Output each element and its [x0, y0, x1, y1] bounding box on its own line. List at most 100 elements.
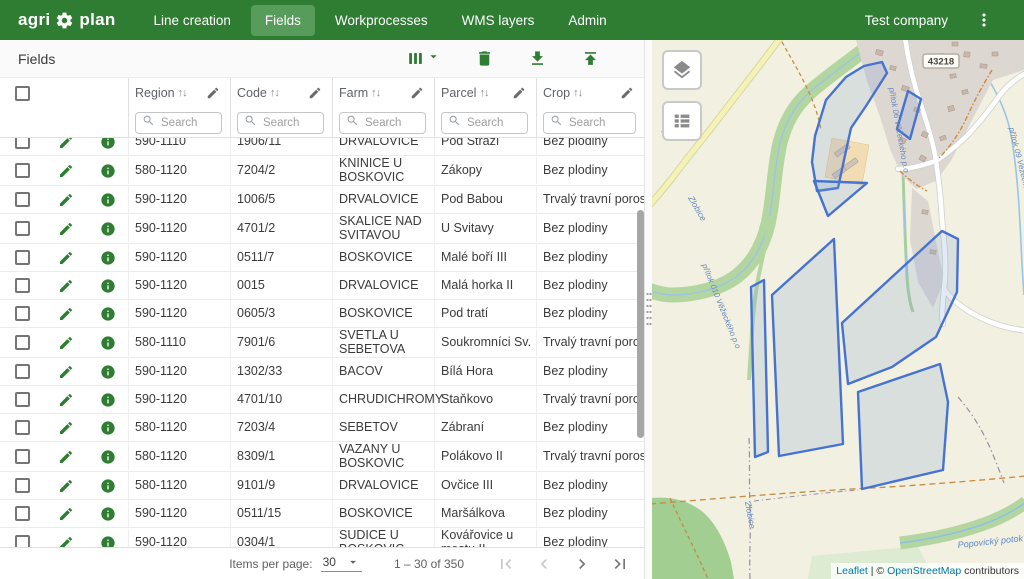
- row-edit-icon[interactable]: [58, 250, 74, 266]
- row-edit-icon[interactable]: [58, 420, 74, 436]
- nav-item-workprocesses[interactable]: Workprocesses: [321, 5, 442, 36]
- row-checkbox[interactable]: [15, 392, 30, 407]
- row-edit-icon[interactable]: [58, 138, 74, 150]
- next-page-button[interactable]: [570, 552, 594, 576]
- row-edit-icon[interactable]: [58, 392, 74, 408]
- row-edit-icon[interactable]: [58, 449, 74, 465]
- row-edit-icon[interactable]: [58, 163, 74, 179]
- row-edit-icon[interactable]: [58, 335, 74, 351]
- cell-crop: Bez plodiny: [536, 138, 644, 155]
- cell-code: 4701/2: [230, 215, 332, 242]
- pane-splitter[interactable]: [644, 40, 652, 579]
- row-edit-icon[interactable]: [58, 364, 74, 380]
- row-edit-icon[interactable]: [58, 506, 74, 522]
- last-page-button[interactable]: [608, 552, 632, 576]
- sort-icon[interactable]: ↑↓: [270, 87, 279, 99]
- row-info-icon[interactable]: [100, 335, 116, 351]
- search-box-code[interactable]: [237, 112, 324, 134]
- column-edit-icon[interactable]: [512, 86, 526, 100]
- row-edit-icon[interactable]: [58, 192, 74, 208]
- search-input-crop[interactable]: [567, 116, 629, 130]
- search-input-region[interactable]: [159, 116, 215, 130]
- row-info-icon[interactable]: [100, 192, 116, 208]
- column-label-code: Code: [237, 86, 267, 100]
- search-box-farm[interactable]: [339, 112, 426, 134]
- row-edit-icon[interactable]: [58, 535, 74, 548]
- row-checkbox[interactable]: [15, 449, 30, 464]
- row-edit-icon[interactable]: [58, 478, 74, 494]
- items-per-page-select[interactable]: 30: [321, 555, 362, 572]
- field-polygon[interactable]: [751, 280, 768, 457]
- row-info-icon[interactable]: [100, 364, 116, 380]
- sort-icon[interactable]: ↑↓: [479, 87, 488, 99]
- app-logo[interactable]: agri plan: [18, 10, 116, 30]
- row-info-icon[interactable]: [100, 420, 116, 436]
- row-checkbox[interactable]: [15, 535, 30, 547]
- leaflet-link[interactable]: Leaflet: [836, 565, 868, 577]
- previous-page-button[interactable]: [532, 552, 556, 576]
- row-checkbox[interactable]: [15, 364, 30, 379]
- nav-item-admin[interactable]: Admin: [554, 5, 620, 36]
- search-box-parcel[interactable]: [441, 112, 528, 134]
- search-box-region[interactable]: [135, 112, 222, 134]
- row-info-icon[interactable]: [100, 449, 116, 465]
- sort-icon[interactable]: ↑↓: [178, 87, 187, 99]
- row-info-icon[interactable]: [100, 306, 116, 322]
- nav-item-line-creation[interactable]: Line creation: [140, 5, 245, 36]
- row-info-icon[interactable]: [100, 138, 116, 150]
- column-edit-icon[interactable]: [206, 86, 220, 100]
- sort-icon[interactable]: ↑↓: [371, 87, 380, 99]
- sort-icon[interactable]: ↑↓: [573, 87, 582, 99]
- map-panel: Věžky Zlobice přítok 010 Věžeckého p.o p…: [652, 40, 1024, 579]
- map-canvas[interactable]: Věžky Zlobice přítok 010 Věžeckého p.o p…: [652, 40, 1024, 579]
- search-input-farm[interactable]: [363, 116, 419, 130]
- map-layers-button[interactable]: [662, 50, 702, 90]
- delete-button[interactable]: [475, 49, 494, 68]
- nav-item-wms-layers[interactable]: WMS layers: [448, 5, 549, 36]
- row-checkbox[interactable]: [15, 420, 30, 435]
- cell-parcel: Kovářovice u mostu II: [434, 528, 536, 547]
- first-page-button[interactable]: [494, 552, 518, 576]
- row-checkbox[interactable]: [15, 221, 30, 236]
- cell-code: 0511/15: [230, 500, 332, 527]
- column-edit-icon[interactable]: [410, 86, 424, 100]
- select-all-checkbox[interactable]: [15, 86, 30, 101]
- row-checkbox[interactable]: [15, 278, 30, 293]
- columns-visibility-button[interactable]: [406, 49, 441, 69]
- row-info-icon[interactable]: [100, 506, 116, 522]
- row-checkbox[interactable]: [15, 478, 30, 493]
- row-info-icon[interactable]: [100, 392, 116, 408]
- row-checkbox[interactable]: [15, 163, 30, 178]
- row-checkbox[interactable]: [15, 192, 30, 207]
- row-edit-icon[interactable]: [58, 278, 74, 294]
- row-edit-icon[interactable]: [58, 306, 74, 322]
- row-checkbox[interactable]: [15, 306, 30, 321]
- search-input-code[interactable]: [261, 116, 317, 130]
- row-info-icon[interactable]: [100, 278, 116, 294]
- column-search-code: [230, 108, 332, 138]
- overflow-menu-icon[interactable]: [974, 10, 994, 30]
- download-button[interactable]: [528, 49, 547, 68]
- row-checkbox[interactable]: [15, 250, 30, 265]
- upload-button[interactable]: [581, 49, 600, 68]
- column-edit-icon[interactable]: [308, 86, 322, 100]
- row-info-icon[interactable]: [100, 250, 116, 266]
- search-input-parcel[interactable]: [465, 116, 521, 130]
- app: agri plan Line creationFieldsWorkprocess…: [0, 0, 1024, 579]
- nav-item-fields[interactable]: Fields: [251, 5, 315, 36]
- row-info-icon[interactable]: [100, 535, 116, 548]
- row-info-icon[interactable]: [100, 478, 116, 494]
- column-edit-icon[interactable]: [620, 86, 634, 100]
- cell-region: 590-1120: [128, 358, 230, 385]
- map-legend-button[interactable]: [662, 101, 702, 141]
- search-box-crop[interactable]: [543, 112, 636, 134]
- table-scrollbar[interactable]: [637, 210, 644, 438]
- row-edit-icon[interactable]: [58, 221, 74, 237]
- openstreetmap-link[interactable]: OpenStreetMap: [887, 565, 961, 577]
- row-checkbox[interactable]: [15, 138, 30, 149]
- row-info-icon[interactable]: [100, 163, 116, 179]
- row-info-icon[interactable]: [100, 221, 116, 237]
- company-name[interactable]: Test company: [865, 13, 948, 28]
- row-checkbox[interactable]: [15, 335, 30, 350]
- row-checkbox[interactable]: [15, 506, 30, 521]
